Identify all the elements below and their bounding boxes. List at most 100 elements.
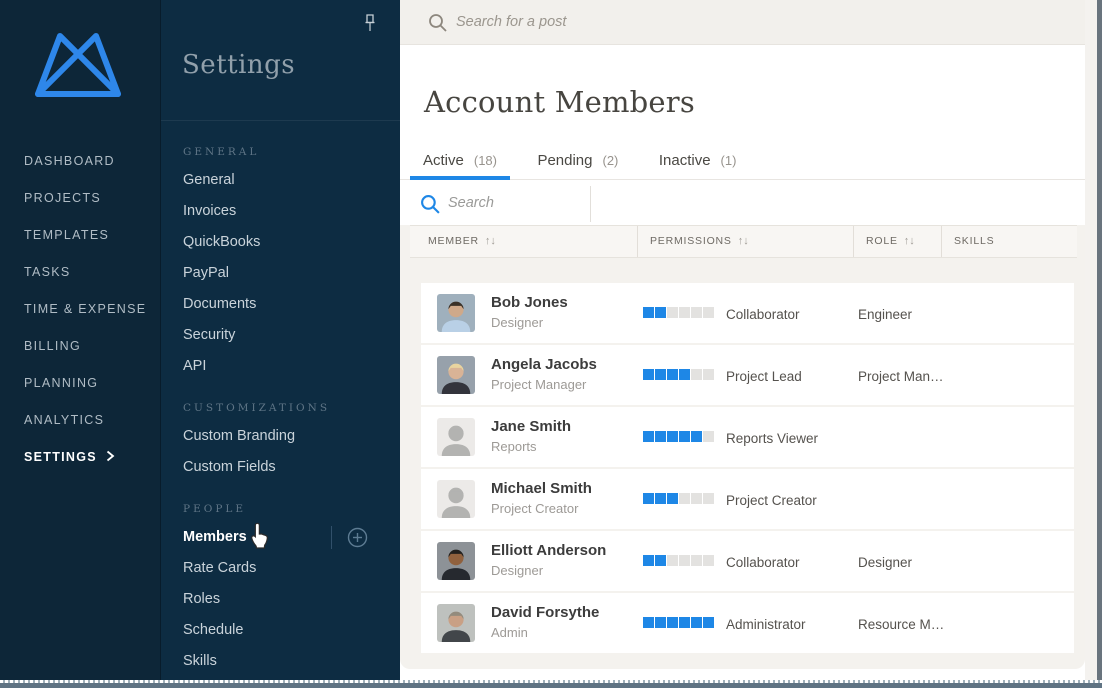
member-search-row: [400, 181, 1085, 225]
permissions-cell: Administrator: [643, 615, 806, 633]
member-tabs: Active(18) Pending(2) Inactive(1): [400, 146, 1085, 180]
settings-nav-item-general[interactable]: General: [183, 165, 379, 196]
member-title: Designer: [491, 563, 543, 578]
column-header-role[interactable]: ROLE↑↓: [853, 226, 941, 257]
permission-meter: [643, 553, 715, 571]
permissions-cell: Project Creator: [643, 491, 817, 509]
sort-arrows-icon: ↑↓: [904, 235, 915, 247]
tab-pending[interactable]: Pending(2): [524, 146, 631, 180]
settings-panel-title: Settings: [182, 50, 295, 80]
settings-nav-item-api[interactable]: API: [183, 351, 379, 382]
main-content: Account Members Active(18) Pending(2) In…: [400, 0, 1085, 683]
member-row[interactable]: David Forsythe Admin Administrator Resou…: [421, 593, 1074, 653]
add-member-button[interactable]: [346, 526, 369, 549]
permissions-cell: Collaborator: [643, 553, 800, 571]
tab-count: (1): [721, 153, 737, 168]
permission-filled-square: [643, 617, 654, 628]
tab-inactive[interactable]: Inactive(1): [646, 146, 750, 180]
permission-filled-square: [643, 555, 654, 566]
permission-filled-square: [679, 431, 690, 442]
avatar: [437, 418, 475, 456]
permission-filled-square: [643, 369, 654, 380]
permission-label: Collaborator: [726, 555, 800, 570]
primary-nav-item-time-expense[interactable]: TIME & EXPENSE: [0, 291, 160, 328]
role-cell: Engineer: [858, 307, 912, 322]
settings-nav-item-members[interactable]: Members: [183, 522, 379, 553]
divider: [590, 186, 591, 222]
settings-nav-item-roles[interactable]: Roles: [183, 584, 379, 615]
settings-section: CUSTOMIZATIONS Custom Branding Custom Fi…: [183, 402, 379, 483]
settings-section-label: CUSTOMIZATIONS: [183, 402, 379, 414]
primary-nav-item-tasks[interactable]: TASKS: [0, 254, 160, 291]
permission-filled-square: [691, 431, 702, 442]
member-title: Designer: [491, 315, 543, 330]
permission-meter: [643, 429, 715, 447]
primary-nav-item-planning[interactable]: PLANNING: [0, 365, 160, 402]
primary-nav-item-settings[interactable]: SETTINGS: [0, 439, 160, 476]
mavenlink-logo-icon[interactable]: [28, 28, 128, 104]
tab-active[interactable]: Active(18): [410, 146, 510, 180]
settings-nav-item-skills[interactable]: Skills: [183, 646, 379, 677]
settings-nav-item-documents[interactable]: Documents: [183, 289, 379, 320]
member-title: Project Manager: [491, 377, 586, 392]
member-search-input[interactable]: [448, 189, 568, 217]
permission-meter: [643, 367, 715, 385]
avatar: [437, 542, 475, 580]
avatar: [437, 294, 475, 332]
window-edge: [1097, 0, 1102, 688]
permission-empty-square: [679, 555, 690, 566]
settings-nav-item-paypal[interactable]: PayPal: [183, 258, 379, 289]
permission-label: Project Creator: [726, 493, 817, 508]
primary-nav-item-billing[interactable]: BILLING: [0, 328, 160, 365]
permission-filled-square: [643, 431, 654, 442]
global-search-input[interactable]: [456, 8, 1016, 36]
member-row[interactable]: Elliott Anderson Designer Collaborator D…: [421, 531, 1074, 591]
permission-label: Project Lead: [726, 369, 802, 384]
settings-nav-item-rate-cards[interactable]: Rate Cards: [183, 553, 379, 584]
scroll-gutter[interactable]: [1085, 0, 1097, 683]
permission-empty-square: [703, 431, 714, 442]
member-name: Jane Smith: [491, 418, 571, 435]
settings-sections: GENERAL General Invoices QuickBooks PayP…: [183, 140, 379, 677]
permission-empty-square: [703, 307, 714, 318]
primary-nav-item-templates[interactable]: TEMPLATES: [0, 217, 160, 254]
member-name: Angela Jacobs: [491, 356, 597, 373]
member-title: Project Creator: [491, 501, 578, 516]
permission-empty-square: [667, 307, 678, 318]
member-name: Michael Smith: [491, 480, 592, 497]
permission-empty-square: [703, 369, 714, 380]
settings-nav-item-schedule[interactable]: Schedule: [183, 615, 379, 646]
primary-nav-item-projects[interactable]: PROJECTS: [0, 180, 160, 217]
permission-filled-square: [667, 493, 678, 504]
permission-empty-square: [691, 555, 702, 566]
permissions-cell: Collaborator: [643, 305, 800, 323]
permission-label: Reports Viewer: [726, 431, 818, 446]
column-header-permissions[interactable]: PERMISSIONS↑↓: [637, 226, 853, 257]
permission-empty-square: [691, 369, 702, 380]
column-header-skills[interactable]: SKILLS: [941, 226, 1077, 257]
member-row[interactable]: Angela Jacobs Project Manager Project Le…: [421, 345, 1074, 405]
settings-nav-item-invoices[interactable]: Invoices: [183, 196, 379, 227]
primary-nav: DASHBOARD PROJECTS TEMPLATES TASKS TIME …: [0, 143, 160, 476]
member-row[interactable]: Michael Smith Project Creator Project Cr…: [421, 469, 1074, 529]
member-title: Reports: [491, 439, 537, 454]
permission-label: Administrator: [726, 617, 806, 632]
member-row[interactable]: Jane Smith Reports Reports Viewer: [421, 407, 1074, 467]
search-icon: [428, 13, 448, 38]
settings-section: PEOPLE Members Rate Cards Roles Schedule…: [183, 503, 379, 677]
pin-icon[interactable]: [362, 13, 378, 35]
primary-nav-item-analytics[interactable]: ANALYTICS: [0, 402, 160, 439]
settings-nav-item-custom-branding[interactable]: Custom Branding: [183, 421, 379, 452]
column-header-member[interactable]: MEMBER↑↓: [410, 226, 637, 257]
settings-nav-item-security[interactable]: Security: [183, 320, 379, 351]
role-cell: Designer: [858, 555, 912, 570]
settings-nav-item-quickbooks[interactable]: QuickBooks: [183, 227, 379, 258]
permission-filled-square: [679, 617, 690, 628]
tab-count: (18): [474, 153, 497, 168]
settings-nav-item-custom-fields[interactable]: Custom Fields: [183, 452, 379, 483]
permission-filled-square: [679, 369, 690, 380]
global-search-bar: [400, 0, 1085, 45]
primary-nav-item-dashboard[interactable]: DASHBOARD: [0, 143, 160, 180]
member-row[interactable]: Bob Jones Designer Collaborator Engineer: [421, 283, 1074, 343]
search-icon: [420, 194, 441, 220]
